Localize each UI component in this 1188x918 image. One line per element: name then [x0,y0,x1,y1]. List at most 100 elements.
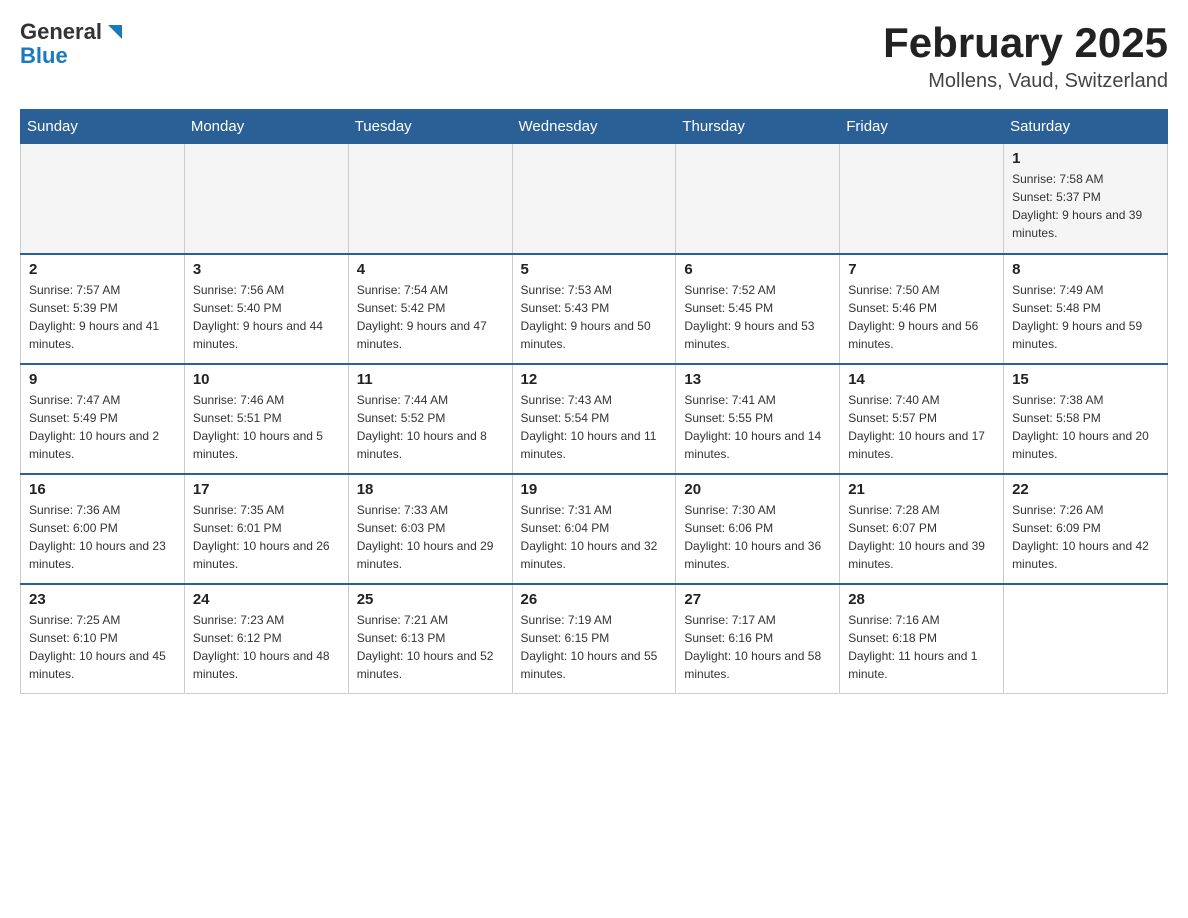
day-number: 5 [521,261,668,278]
day-number: 4 [357,261,504,278]
day-info: Sunrise: 7:17 AM Sunset: 6:16 PM Dayligh… [684,611,831,683]
day-number: 1 [1012,150,1159,167]
calendar-cell: 1 Sunrise: 7:58 AM Sunset: 5:37 PM Daylig… [1004,144,1168,254]
day-info: Sunrise: 7:28 AM Sunset: 6:07 PM Dayligh… [848,501,995,573]
calendar-cell: 23Sunrise: 7:25 AM Sunset: 6:10 PM Dayli… [21,584,185,694]
day-number: 26 [521,591,668,608]
day-info: Sunrise: 7:40 AM Sunset: 5:57 PM Dayligh… [848,391,995,463]
weekday-header-row: SundayMondayTuesdayWednesdayThursdayFrid… [21,110,1168,144]
day-info: Sunrise: 7:58 AM Sunset: 5:37 PM Dayligh… [1012,170,1159,242]
day-info: Sunrise: 7:33 AM Sunset: 6:03 PM Dayligh… [357,501,504,573]
day-info: Sunrise: 7:30 AM Sunset: 6:06 PM Dayligh… [684,501,831,573]
calendar-cell: 4 Sunrise: 7:54 AM Sunset: 5:42 PM Daylig… [348,254,512,364]
weekday-header-monday: Monday [184,110,348,144]
day-number: 24 [193,591,340,608]
calendar-cell: 13 Sunrise: 7:41 AM Sunset: 5:55 PM Dayli… [676,364,840,474]
day-info: Sunrise: 7:19 AM Sunset: 6:15 PM Dayligh… [521,611,668,683]
day-info: Sunrise: 7:56 AM Sunset: 5:40 PM Dayligh… [193,281,340,353]
calendar-cell [512,144,676,254]
location-title: Mollens, Vaud, Switzerland [883,70,1168,93]
calendar-cell: 16 Sunrise: 7:36 AM Sunset: 6:00 PM Dayli… [21,474,185,584]
calendar-week-row: 2Sunrise: 7:57 AM Sunset: 5:39 PM Daylig… [21,254,1168,364]
day-number: 21 [848,481,995,498]
calendar-week-row: 16 Sunrise: 7:36 AM Sunset: 6:00 PM Dayli… [21,474,1168,584]
day-number: 28 [848,591,995,608]
weekday-header-wednesday: Wednesday [512,110,676,144]
day-info: Sunrise: 7:21 AM Sunset: 6:13 PM Dayligh… [357,611,504,683]
day-number: 19 [521,481,668,498]
calendar-cell [1004,584,1168,694]
day-number: 20 [684,481,831,498]
day-info: Sunrise: 7:49 AM Sunset: 5:48 PM Dayligh… [1012,281,1159,353]
day-number: 25 [357,591,504,608]
calendar-cell [348,144,512,254]
calendar-cell: 22 Sunrise: 7:26 AM Sunset: 6:09 PM Dayli… [1004,474,1168,584]
logo: General Blue [20,20,126,68]
day-number: 17 [193,481,340,498]
calendar-cell: 15 Sunrise: 7:38 AM Sunset: 5:58 PM Dayli… [1004,364,1168,474]
day-number: 11 [357,371,504,388]
calendar-cell [676,144,840,254]
day-info: Sunrise: 7:46 AM Sunset: 5:51 PM Dayligh… [193,391,340,463]
day-info: Sunrise: 7:38 AM Sunset: 5:58 PM Dayligh… [1012,391,1159,463]
day-number: 16 [29,481,176,498]
day-number: 10 [193,371,340,388]
day-info: Sunrise: 7:31 AM Sunset: 6:04 PM Dayligh… [521,501,668,573]
calendar-week-row: 23Sunrise: 7:25 AM Sunset: 6:10 PM Dayli… [21,584,1168,694]
month-title: February 2025 [883,20,1168,66]
calendar-cell: 17Sunrise: 7:35 AM Sunset: 6:01 PM Dayli… [184,474,348,584]
calendar-cell: 26 Sunrise: 7:19 AM Sunset: 6:15 PM Dayli… [512,584,676,694]
calendar-cell: 27 Sunrise: 7:17 AM Sunset: 6:16 PM Dayli… [676,584,840,694]
day-number: 13 [684,371,831,388]
day-info: Sunrise: 7:57 AM Sunset: 5:39 PM Dayligh… [29,281,176,353]
calendar-cell [840,144,1004,254]
calendar-cell: 8 Sunrise: 7:49 AM Sunset: 5:48 PM Daylig… [1004,254,1168,364]
calendar-cell: 3 Sunrise: 7:56 AM Sunset: 5:40 PM Daylig… [184,254,348,364]
day-info: Sunrise: 7:36 AM Sunset: 6:00 PM Dayligh… [29,501,176,573]
calendar-cell: 18 Sunrise: 7:33 AM Sunset: 6:03 PM Dayli… [348,474,512,584]
title-block: February 2025 Mollens, Vaud, Switzerland [883,20,1168,93]
day-number: 18 [357,481,504,498]
day-info: Sunrise: 7:16 AM Sunset: 6:18 PM Dayligh… [848,611,995,683]
day-info: Sunrise: 7:26 AM Sunset: 6:09 PM Dayligh… [1012,501,1159,573]
day-number: 3 [193,261,340,278]
day-info: Sunrise: 7:23 AM Sunset: 6:12 PM Dayligh… [193,611,340,683]
calendar-cell: 20 Sunrise: 7:30 AM Sunset: 6:06 PM Dayli… [676,474,840,584]
calendar-week-row: 9Sunrise: 7:47 AM Sunset: 5:49 PM Daylig… [21,364,1168,474]
day-number: 15 [1012,371,1159,388]
calendar-cell: 6Sunrise: 7:52 AM Sunset: 5:45 PM Daylig… [676,254,840,364]
day-info: Sunrise: 7:53 AM Sunset: 5:43 PM Dayligh… [521,281,668,353]
day-number: 7 [848,261,995,278]
day-number: 23 [29,591,176,608]
weekday-header-thursday: Thursday [676,110,840,144]
calendar-cell [184,144,348,254]
day-info: Sunrise: 7:50 AM Sunset: 5:46 PM Dayligh… [848,281,995,353]
calendar-cell: 7 Sunrise: 7:50 AM Sunset: 5:46 PM Daylig… [840,254,1004,364]
calendar-cell: 11 Sunrise: 7:44 AM Sunset: 5:52 PM Dayli… [348,364,512,474]
day-info: Sunrise: 7:41 AM Sunset: 5:55 PM Dayligh… [684,391,831,463]
calendar-cell: 25 Sunrise: 7:21 AM Sunset: 6:13 PM Dayli… [348,584,512,694]
day-number: 22 [1012,481,1159,498]
calendar-cell [21,144,185,254]
calendar-cell: 14Sunrise: 7:40 AM Sunset: 5:57 PM Dayli… [840,364,1004,474]
calendar-cell: 19 Sunrise: 7:31 AM Sunset: 6:04 PM Dayli… [512,474,676,584]
calendar-week-row: 1 Sunrise: 7:58 AM Sunset: 5:37 PM Daylig… [21,144,1168,254]
logo-triangle-icon [104,21,126,43]
calendar-table: SundayMondayTuesdayWednesdayThursdayFrid… [20,109,1168,694]
weekday-header-tuesday: Tuesday [348,110,512,144]
page-header: General Blue February 2025 Mollens, Vaud… [20,20,1168,93]
day-number: 9 [29,371,176,388]
logo-general: General [20,20,102,44]
weekday-header-sunday: Sunday [21,110,185,144]
weekday-header-friday: Friday [840,110,1004,144]
day-info: Sunrise: 7:54 AM Sunset: 5:42 PM Dayligh… [357,281,504,353]
calendar-cell: 21 Sunrise: 7:28 AM Sunset: 6:07 PM Dayli… [840,474,1004,584]
calendar-cell: 10 Sunrise: 7:46 AM Sunset: 5:51 PM Dayli… [184,364,348,474]
day-number: 12 [521,371,668,388]
day-number: 6 [684,261,831,278]
day-info: Sunrise: 7:44 AM Sunset: 5:52 PM Dayligh… [357,391,504,463]
day-number: 8 [1012,261,1159,278]
calendar-cell: 28 Sunrise: 7:16 AM Sunset: 6:18 PM Dayli… [840,584,1004,694]
day-number: 27 [684,591,831,608]
weekday-header-saturday: Saturday [1004,110,1168,144]
